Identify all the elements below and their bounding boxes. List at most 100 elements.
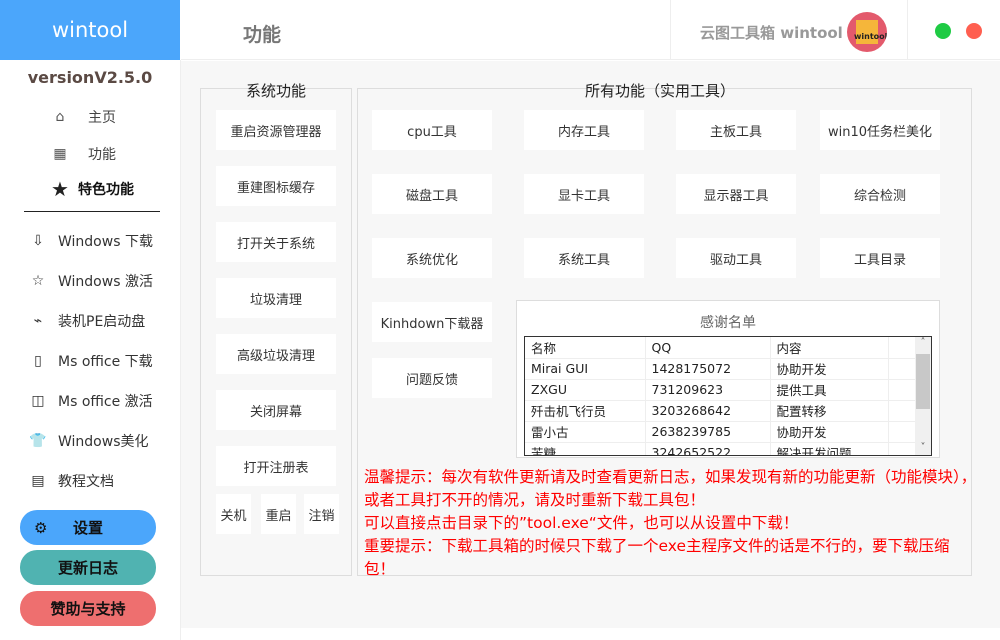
table-cell: 歼击机飞行员 <box>525 400 645 421</box>
table-cell: 731209623 <box>645 379 770 400</box>
nav-home[interactable]: ⌂主页 <box>50 107 116 127</box>
tool-button[interactable]: 磁盘工具 <box>372 174 492 214</box>
system-button[interactable]: 高级垃圾清理 <box>216 334 336 374</box>
office-activate-icon: ◫ <box>26 393 50 409</box>
support-button[interactable]: 赞助与支持 <box>20 591 156 626</box>
tool-docs[interactable]: ▤ 教程文档 <box>26 469 114 493</box>
grid-icon: ▦ <box>50 146 70 162</box>
table-cell: 苦糖 <box>525 442 645 456</box>
download-icon: ⇩ <box>26 233 50 249</box>
tool-button[interactable]: win10任务栏美化 <box>820 110 940 150</box>
office-icon: ▯ <box>26 353 50 369</box>
table-row[interactable]: Mirai GUI1428175072协助开发 <box>525 358 917 379</box>
thanks-title: 感谢名单 <box>516 312 940 332</box>
table-row[interactable]: ZXGU731209623提供工具 <box>525 379 917 400</box>
close-button[interactable] <box>966 23 982 39</box>
avatar[interactable]: wintool <box>847 12 887 52</box>
system-button[interactable]: 关闭屏幕 <box>216 390 336 430</box>
col-name[interactable]: 名称 <box>525 337 645 358</box>
scroll-thumb[interactable] <box>916 354 930 409</box>
usb-icon: ⌁ <box>26 313 50 329</box>
star-icon: ★ <box>50 177 70 201</box>
scroll-up-icon[interactable]: ˄ <box>915 337 931 348</box>
table-row[interactable]: 苦糖3242652522解决开发问题 <box>525 442 917 456</box>
nav-features[interactable]: ▦ 功能 <box>50 144 116 164</box>
nav-label: 特色功能 <box>78 179 134 199</box>
tool-button[interactable]: 驱动工具 <box>676 238 796 278</box>
scrollbar[interactable]: ˄ ˅ <box>915 337 931 455</box>
tool-office-download[interactable]: ▯ Ms office 下载 <box>26 349 153 373</box>
tool-button[interactable]: 内存工具 <box>524 110 644 150</box>
divider <box>907 0 908 60</box>
nav-label: 主页 <box>88 107 116 127</box>
changelog-button[interactable]: 更新日志 <box>20 550 156 585</box>
tool-button[interactable]: 系统工具 <box>524 238 644 278</box>
nav-special[interactable]: ★ 特色功能 <box>50 177 134 201</box>
table-header: 名称QQ内容 <box>525 337 917 358</box>
tool-label: 装机PE启动盘 <box>58 311 145 331</box>
col-qq[interactable]: QQ <box>645 337 770 358</box>
tshirt-icon: 👕 <box>26 433 50 449</box>
settings-label: 设置 <box>73 517 103 538</box>
gear-icon: ⚙ <box>34 519 47 537</box>
tool-button[interactable]: 主板工具 <box>676 110 796 150</box>
settings-button[interactable]: ⚙ 设置 <box>20 510 156 545</box>
system-button[interactable]: 重启资源管理器 <box>216 110 336 150</box>
notice-line: 重要提示：下载工具箱的时候只下载了一个exe主程序文件的话是不行的，要下载压缩包… <box>364 535 978 581</box>
tool-button[interactable]: 显示器工具 <box>676 174 796 214</box>
minimize-button[interactable] <box>935 23 951 39</box>
notice-text: 温馨提示：每次有软件更新请及时查看更新日志，如果发现有新的功能更新（功能模块），… <box>364 466 978 581</box>
system-button[interactable]: 打开关于系统 <box>216 222 336 262</box>
tool-label: Windows 激活 <box>58 271 153 291</box>
system-button[interactable]: 垃圾清理 <box>216 278 336 318</box>
notice-line: 温馨提示：每次有软件更新请及时查看更新日志，如果发现有新的功能更新（功能模块），… <box>364 466 978 512</box>
avatar-text: wintool <box>854 32 887 41</box>
tool-windows-download[interactable]: ⇩ Windows 下载 <box>26 229 153 253</box>
power-button[interactable]: 注销 <box>304 494 339 534</box>
tool-button[interactable]: 工具目录 <box>820 238 940 278</box>
table-cell: 提供工具 <box>770 379 888 400</box>
table-cell: Mirai GUI <box>525 358 645 379</box>
divider <box>24 211 160 212</box>
version-label: versionV2.5.0 <box>0 68 180 87</box>
tool-windows-beautify[interactable]: 👕Windows美化 <box>26 429 149 453</box>
table-cell: 1428175072 <box>645 358 770 379</box>
tool-button[interactable]: cpu工具 <box>372 110 492 150</box>
power-button[interactable]: 重启 <box>261 494 296 534</box>
system-button[interactable]: 打开注册表 <box>216 446 336 486</box>
notice-line: 可以直接点击目录下的”tool.exe“文件，也可以从设置中下载！ <box>364 512 978 535</box>
tool-button[interactable]: 综合检测 <box>820 174 940 214</box>
kinhdown-button[interactable]: Kinhdown下载器 <box>372 302 492 342</box>
nav-label: 功能 <box>88 144 116 164</box>
divider <box>670 0 671 60</box>
thanks-table: 名称QQ内容 Mirai GUI1428175072协助开发ZXGU731209… <box>524 336 932 456</box>
tool-label: 教程文档 <box>58 471 114 491</box>
tool-windows-activate[interactable]: ☆ Windows 激活 <box>26 269 153 293</box>
table-cell: 2638239785 <box>645 421 770 442</box>
col-content[interactable]: 内容 <box>770 337 888 358</box>
feedback-button[interactable]: 问题反馈 <box>372 358 492 398</box>
tool-label: Windows 下载 <box>58 231 153 251</box>
tool-pe-usb[interactable]: ⌁ 装机PE启动盘 <box>26 309 145 333</box>
brand-label: 云图工具箱 wintool <box>700 22 843 43</box>
tool-button[interactable]: 显卡工具 <box>524 174 644 214</box>
star-outline-icon: ☆ <box>26 273 50 289</box>
table-cell: 3242652522 <box>645 442 770 456</box>
system-button[interactable]: 重建图标缓存 <box>216 166 336 206</box>
table-cell: 协助开发 <box>770 421 888 442</box>
table-cell: 解决开发问题 <box>770 442 888 456</box>
system-title: 系统功能 <box>200 80 352 101</box>
tool-button[interactable]: 系统优化 <box>372 238 492 278</box>
tool-office-activate[interactable]: ◫Ms office 激活 <box>26 389 153 413</box>
table-row[interactable]: 歼击机飞行员3203268642配置转移 <box>525 400 917 421</box>
scroll-down-icon[interactable]: ˅ <box>915 442 931 453</box>
all-tools-title: 所有功能（实用工具） <box>357 80 1000 101</box>
power-button[interactable]: 关机 <box>216 494 251 534</box>
tool-label: Ms office 下载 <box>58 351 153 371</box>
document-icon: ▤ <box>26 473 50 489</box>
app-logo: wintool <box>0 0 180 60</box>
table-cell: 3203268642 <box>645 400 770 421</box>
table-row[interactable]: 雷小古2638239785协助开发 <box>525 421 917 442</box>
table-cell: 雷小古 <box>525 421 645 442</box>
table-cell: 配置转移 <box>770 400 888 421</box>
